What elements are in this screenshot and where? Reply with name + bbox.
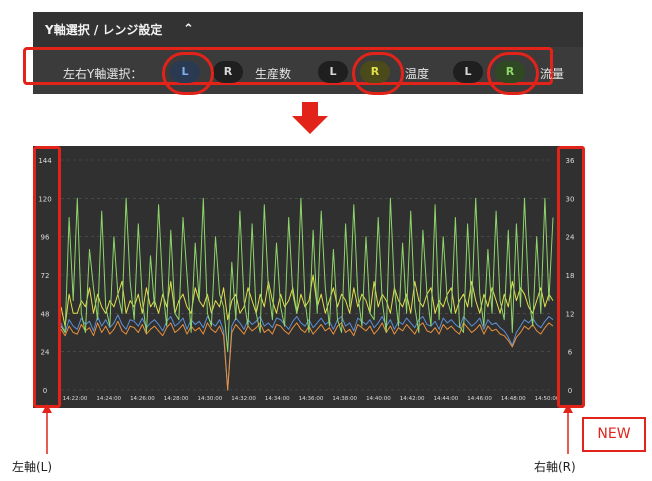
panel-header[interactable]: Y軸選択 / レンジ設定 ⌃: [33, 12, 583, 47]
x-tick-label: 14:30:00: [198, 396, 223, 402]
x-tick-label: 14:34:00: [265, 396, 290, 402]
left-axis-pointer-icon: [42, 404, 52, 454]
series3-left-button[interactable]: L: [453, 61, 483, 83]
collapse-caret-icon[interactable]: ⌃: [183, 22, 194, 37]
x-tick-label: 14:44:00: [434, 396, 459, 402]
x-tick-label: 14:38:00: [332, 396, 357, 402]
down-arrow-icon: [292, 102, 328, 134]
trend-chart: 0 24 48 72 96 120 144 0 6 12 18 24 30 36 14:22:00 14:24…: [33, 146, 583, 408]
highlight-ring-series3: [487, 52, 539, 95]
x-tick-label: 14:48:00: [501, 396, 526, 402]
x-tick-label: 14:46:00: [467, 396, 492, 402]
x-tick-label: 14:26:00: [130, 396, 155, 402]
x-tick-label: 14:22:00: [63, 396, 88, 402]
series-line-1: [60, 314, 554, 391]
x-tick-label: 14:42:00: [400, 396, 425, 402]
panel-title: Y軸選択 / レンジ設定: [45, 23, 163, 37]
right-axis-pointer-icon: [563, 404, 573, 454]
x-tick-label: 14:32:00: [231, 396, 256, 402]
series1-name: 生産数: [255, 67, 292, 81]
highlight-ring-series2: [352, 52, 404, 95]
chart-canvas: 02448729612014406121824303614:22:00 14:24…: [38, 157, 575, 402]
right-axis-label: 右軸(R): [534, 460, 576, 474]
x-tick-label: 14:24:00: [96, 396, 121, 402]
new-badge: NEW: [582, 417, 646, 452]
left-axis-highlight: [33, 146, 61, 408]
series3-name: 流量: [540, 67, 565, 81]
highlight-ring-series1: [162, 52, 214, 95]
x-tick-label: 14:40:00: [366, 396, 391, 402]
x-tick-label: 14:36:00: [299, 396, 324, 402]
x-tick-label: 14:28:00: [164, 396, 189, 402]
right-axis-highlight: [557, 146, 585, 408]
axis-select-label: 左右Y軸選択：: [63, 67, 143, 81]
left-axis-label: 左軸(L): [12, 460, 53, 474]
series1-right-button[interactable]: R: [213, 61, 243, 83]
series2-name: 温度: [405, 67, 430, 81]
series-line-2: [60, 320, 554, 391]
series2-left-button[interactable]: L: [318, 61, 348, 83]
